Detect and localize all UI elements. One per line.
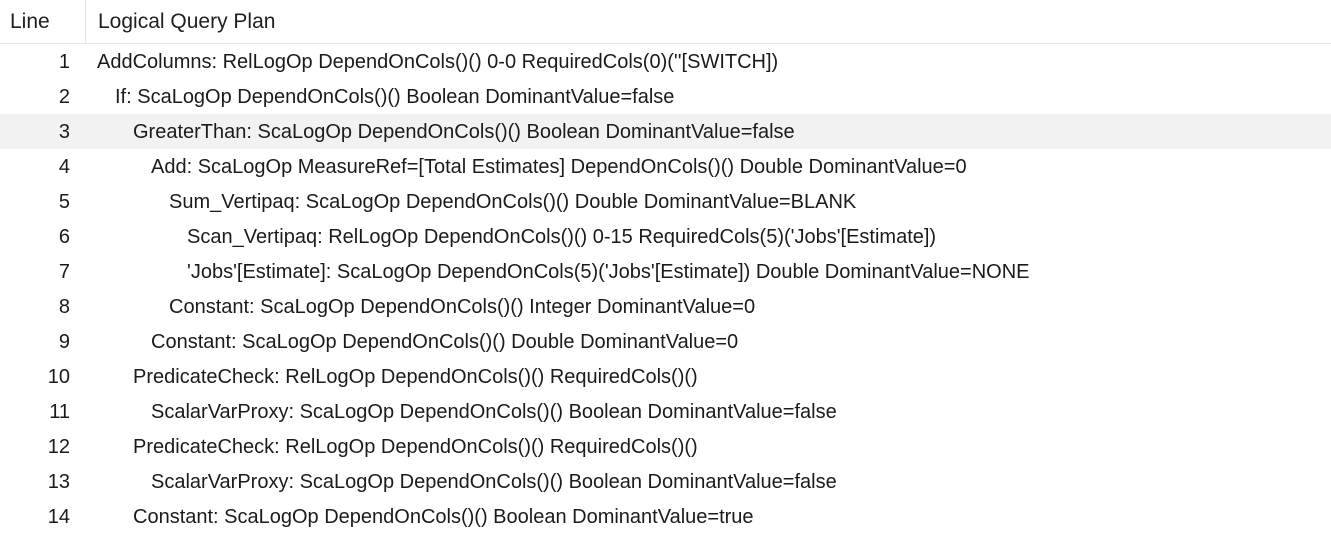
table-row[interactable]: 14 Constant: ScaLogOp DependOnCols()() Bo… bbox=[0, 499, 1331, 534]
row-plan-text: GreaterThan: ScaLogOp DependOnCols()() B… bbox=[133, 121, 795, 142]
row-line-number: 11 bbox=[49, 400, 70, 423]
table-row[interactable]: 5 Sum_Vertipaq: ScaLogOp DependOnCols()()… bbox=[0, 184, 1331, 219]
row-line-number: 3 bbox=[58, 120, 70, 143]
row-line-number: 8 bbox=[58, 295, 70, 318]
grid-header-row: Line Logical Query Plan bbox=[0, 0, 1331, 44]
table-row[interactable]: 10 PredicateCheck: RelLogOp DependOnCols(… bbox=[0, 359, 1331, 394]
grid-body: 1 AddColumns: RelLogOp DependOnCols()() 0… bbox=[0, 44, 1331, 534]
row-plan-text: ScalarVarProxy: ScaLogOp DependOnCols()(… bbox=[151, 401, 837, 422]
row-plan-text: AddColumns: RelLogOp DependOnCols()() 0-… bbox=[97, 51, 779, 72]
row-line-number: 12 bbox=[47, 435, 70, 458]
row-line-number: 6 bbox=[58, 225, 70, 248]
table-row[interactable]: 12 PredicateCheck: RelLogOp DependOnCols(… bbox=[0, 429, 1331, 464]
row-plan-text: Constant: ScaLogOp DependOnCols()() Bool… bbox=[133, 506, 754, 527]
column-header-logical-query-plan[interactable]: Logical Query Plan bbox=[86, 0, 1331, 43]
logical-query-plan-grid: Line Logical Query Plan 1 AddColumns: Rel… bbox=[0, 0, 1331, 539]
table-row[interactable]: 8 Constant: ScaLogOp DependOnCols()() Int… bbox=[0, 289, 1331, 324]
row-plan-text: If: ScaLogOp DependOnCols()() Boolean Do… bbox=[115, 86, 675, 107]
row-plan-text: Add: ScaLogOp MeasureRef=[Total Estimate… bbox=[151, 156, 967, 177]
table-row[interactable]: 1 AddColumns: RelLogOp DependOnCols()() 0… bbox=[0, 44, 1331, 79]
table-row[interactable]: 3 GreaterThan: ScaLogOp DependOnCols()() … bbox=[0, 114, 1331, 149]
table-row[interactable]: 6 Scan_Vertipaq: RelLogOp DependOnCols()(… bbox=[0, 219, 1331, 254]
row-plan-text: Sum_Vertipaq: ScaLogOp DependOnCols()() … bbox=[169, 191, 857, 212]
table-row[interactable]: 11 ScalarVarProxy: ScaLogOp DependOnCols(… bbox=[0, 394, 1331, 429]
row-plan-text: Constant: ScaLogOp DependOnCols()() Inte… bbox=[169, 296, 756, 317]
row-line-number: 13 bbox=[47, 470, 70, 493]
row-line-number: 4 bbox=[58, 155, 70, 178]
row-plan-text: Scan_Vertipaq: RelLogOp DependOnCols()()… bbox=[187, 226, 937, 247]
row-plan-text: PredicateCheck: RelLogOp DependOnCols()(… bbox=[133, 436, 698, 457]
row-line-number: 10 bbox=[47, 365, 70, 388]
table-row[interactable]: 13 ScalarVarProxy: ScaLogOp DependOnCols(… bbox=[0, 464, 1331, 499]
row-line-number: 1 bbox=[58, 50, 70, 73]
column-header-line-label: Line bbox=[10, 10, 50, 33]
row-line-number: 14 bbox=[47, 505, 70, 528]
row-plan-text: PredicateCheck: RelLogOp DependOnCols()(… bbox=[133, 366, 698, 387]
table-row[interactable]: 9 Constant: ScaLogOp DependOnCols()() Dou… bbox=[0, 324, 1331, 359]
column-header-logical-query-plan-label: Logical Query Plan bbox=[98, 10, 276, 33]
column-header-line[interactable]: Line bbox=[0, 0, 86, 43]
row-line-number: 7 bbox=[58, 260, 70, 283]
row-line-number: 2 bbox=[58, 85, 70, 108]
table-row[interactable]: 7 'Jobs'[Estimate]: ScaLogOp DependOnCols… bbox=[0, 254, 1331, 289]
row-line-number: 5 bbox=[58, 190, 70, 213]
row-plan-text: 'Jobs'[Estimate]: ScaLogOp DependOnCols(… bbox=[187, 261, 1030, 282]
table-row[interactable]: 2 If: ScaLogOp DependOnCols()() Boolean D… bbox=[0, 79, 1331, 114]
row-line-number: 9 bbox=[58, 330, 70, 353]
row-plan-text: Constant: ScaLogOp DependOnCols()() Doub… bbox=[151, 331, 739, 352]
row-plan-text: ScalarVarProxy: ScaLogOp DependOnCols()(… bbox=[151, 471, 837, 492]
table-row[interactable]: 4 Add: ScaLogOp MeasureRef=[Total Estimat… bbox=[0, 149, 1331, 184]
